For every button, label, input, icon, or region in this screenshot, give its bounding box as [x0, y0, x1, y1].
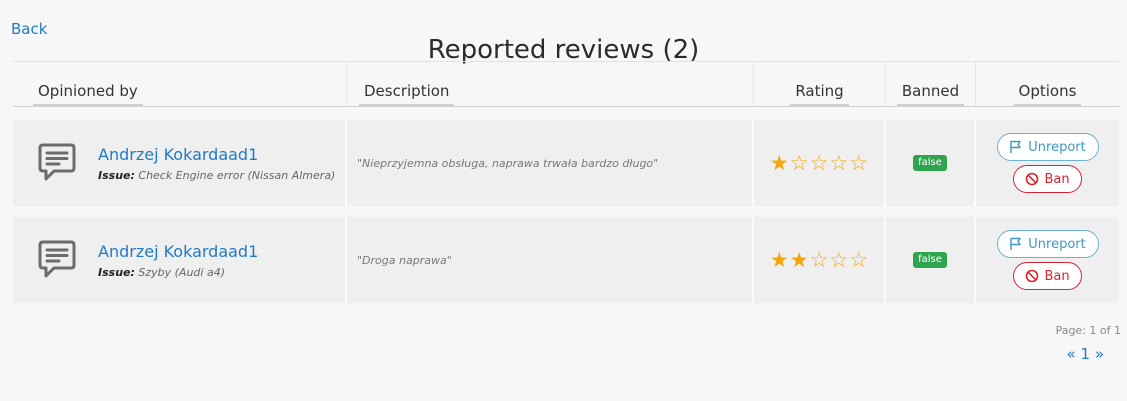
review-description: "Nieprzyjemna obsługa, naprawa trwała ba…: [357, 156, 659, 170]
star-rating: ★ ☆ ☆ ☆ ☆: [754, 120, 886, 206]
issue-text: Issue: Check Engine error (Nissan Almera…: [98, 168, 336, 182]
issue-text: Issue: Szyby (Audi a4): [98, 265, 225, 279]
ban-icon: [1026, 172, 1039, 186]
comment-icon: [38, 240, 76, 278]
ban-button[interactable]: Ban: [1013, 165, 1082, 193]
column-header-banned[interactable]: Banned: [896, 82, 965, 107]
star-filled-icon: ★: [769, 247, 789, 272]
star-empty-icon: ☆: [829, 247, 849, 272]
column-header-opinioned-by[interactable]: Opinioned by: [33, 82, 143, 107]
column-header-options[interactable]: Options: [1013, 82, 1082, 107]
ban-button[interactable]: Ban: [1013, 262, 1082, 290]
table-row: Andrzej Kokardaad1 Issue: Check Engine e…: [13, 120, 1119, 206]
banned-status-badge: false: [913, 252, 947, 268]
table-header: Opinioned by Description Rating Banned O…: [13, 61, 1119, 107]
star-empty-icon: ☆: [809, 150, 829, 175]
star-empty-icon: ☆: [789, 150, 809, 175]
column-header-description[interactable]: Description: [359, 82, 455, 107]
star-rating: ★ ★ ☆ ☆ ☆: [754, 217, 886, 303]
star-filled-icon: ★: [789, 247, 809, 272]
column-header-rating[interactable]: Rating: [790, 82, 849, 107]
star-empty-icon: ☆: [849, 150, 869, 175]
reported-reviews-table: Opinioned by Description Rating Banned O…: [13, 61, 1119, 303]
ban-label: Ban: [1044, 171, 1070, 187]
ban-icon: [1026, 269, 1039, 283]
ban-label: Ban: [1044, 268, 1070, 284]
review-description: "Droga naprawa": [357, 253, 452, 267]
unreport-label: Unreport: [1028, 139, 1086, 155]
unreport-button[interactable]: Unreport: [996, 133, 1099, 161]
page-link-current[interactable]: 1: [1080, 345, 1090, 363]
page-info: Page: 1 of 1: [1055, 324, 1121, 337]
unreport-button[interactable]: Unreport: [996, 230, 1099, 258]
pagination: « 1 »: [1067, 345, 1104, 363]
table-row: Andrzej Kokardaad1 Issue: Szyby (Audi a4…: [13, 217, 1119, 303]
flag-icon: [1010, 140, 1021, 153]
star-empty-icon: ☆: [849, 247, 869, 272]
comment-icon: [38, 143, 76, 181]
unreport-label: Unreport: [1028, 236, 1086, 252]
author-link[interactable]: Andrzej Kokardaad1: [98, 242, 258, 261]
author-link[interactable]: Andrzej Kokardaad1: [98, 145, 335, 164]
prev-page-link[interactable]: «: [1067, 345, 1076, 363]
star-empty-icon: ☆: [809, 247, 829, 272]
star-empty-icon: ☆: [829, 150, 849, 175]
banned-status-badge: false: [913, 155, 947, 171]
star-filled-icon: ★: [769, 150, 789, 175]
next-page-link[interactable]: »: [1095, 345, 1104, 363]
flag-icon: [1010, 237, 1021, 250]
